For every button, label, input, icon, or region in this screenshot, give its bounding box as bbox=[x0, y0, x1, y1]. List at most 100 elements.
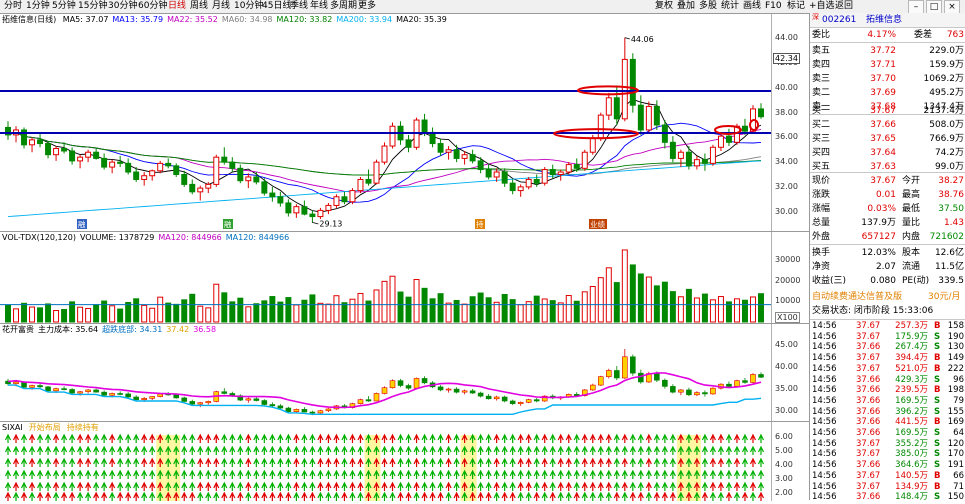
sixai-arrow-75-3 bbox=[605, 469, 612, 479]
sixai-arrow-43-4 bbox=[349, 481, 356, 491]
sixai-arrow-36-3 bbox=[293, 469, 300, 479]
window-max-button[interactable]: □ bbox=[926, 0, 942, 14]
sixai-highlight-84 bbox=[676, 435, 685, 501]
ind1-body-94 bbox=[758, 374, 764, 378]
period-tab-14[interactable]: 更多 bbox=[358, 0, 376, 13]
period-tab-13[interactable]: 多周期 bbox=[330, 0, 357, 13]
toolbar-button-5[interactable]: F10 bbox=[765, 0, 782, 13]
period-tab-7[interactable]: 周线 bbox=[190, 0, 208, 13]
period-tab-9[interactable]: 10分钟 bbox=[234, 0, 263, 13]
toolbar-button-2[interactable]: 多股 bbox=[699, 0, 717, 13]
stat-row-4: 外盘 657127 内盘 721602 bbox=[810, 230, 965, 244]
volume-chart[interactable] bbox=[0, 232, 771, 324]
volume-bar-3 bbox=[29, 306, 36, 323]
sixai-arrow-1-4 bbox=[12, 481, 20, 491]
candle-body-4 bbox=[37, 139, 44, 145]
toolbar-button-4[interactable]: 画线 bbox=[743, 0, 761, 13]
sixai-arrow-64-3 bbox=[517, 469, 524, 479]
indicator-sixai-chart[interactable] bbox=[0, 422, 771, 501]
ind1-body-44 bbox=[357, 399, 364, 404]
sixai-highlight-46 bbox=[372, 435, 381, 501]
candle-body-57 bbox=[461, 154, 468, 159]
sixai-arrow-76-2 bbox=[613, 457, 620, 467]
stock-code: 002261 bbox=[822, 15, 857, 25]
sixai-arrow-62-4 bbox=[501, 481, 508, 491]
bid-row-1: 买二 37.66 508.0万 bbox=[810, 118, 965, 132]
candle-body-5 bbox=[45, 143, 52, 156]
kline-chart[interactable]: 44.06 29.13 融 融 持 业绩 bbox=[0, 14, 771, 232]
stat-value-1b: 38.76 bbox=[938, 190, 964, 200]
candle-body-42 bbox=[341, 196, 348, 203]
sixai-arrow-66-0 bbox=[533, 433, 540, 443]
candle-body-28 bbox=[229, 161, 236, 169]
sixai-arrow-81-3 bbox=[653, 469, 660, 479]
candle-body-86 bbox=[693, 159, 700, 167]
volume-bar-40 bbox=[325, 303, 332, 323]
sixai-arrow-78-2 bbox=[629, 457, 636, 467]
kline-panel[interactable]: 拓维信息(日线) MA5: 37.07 MA13: 35.79 MA22: 35.5… bbox=[0, 13, 809, 232]
sixai-arrow-64-4 bbox=[517, 481, 524, 491]
period-tab-5[interactable]: 60分钟 bbox=[138, 0, 167, 13]
sixai-arrow-22-1 bbox=[181, 445, 188, 455]
period-tab-3[interactable]: 15分钟 bbox=[78, 0, 107, 13]
ind1-body-33 bbox=[269, 404, 276, 407]
period-tab-10[interactable]: 45日线 bbox=[262, 0, 291, 13]
indicator-huakai-chart[interactable] bbox=[0, 324, 771, 422]
volume-bar-79 bbox=[637, 273, 644, 323]
toolbar-button-6[interactable]: 标记 bbox=[787, 0, 805, 13]
sixai-arrow-55-3 bbox=[445, 469, 452, 479]
sixai-arrow-54-0 bbox=[437, 433, 444, 443]
ind1-body-66 bbox=[533, 399, 540, 402]
ind1-body-27 bbox=[221, 391, 228, 394]
period-tab-0[interactable]: 分时 bbox=[4, 0, 22, 13]
stat-value-2b: 37.50 bbox=[938, 204, 964, 214]
sixai-arrow-3-1 bbox=[29, 445, 36, 455]
candle-body-79 bbox=[637, 104, 644, 131]
toolbar-button-8[interactable]: 返回 bbox=[835, 0, 853, 13]
sixai-arrow-64-1 bbox=[517, 445, 524, 455]
ind1-tick-3: 30.00 bbox=[775, 406, 798, 416]
ind1-body-34 bbox=[277, 405, 284, 409]
trade-count-16: 150 bbox=[947, 492, 964, 503]
volume-bar-60 bbox=[485, 297, 492, 323]
period-tab-12[interactable]: 年线 bbox=[310, 0, 328, 13]
sixai-highlight-85 bbox=[684, 435, 693, 501]
window-min-button[interactable]: – bbox=[908, 0, 924, 14]
promo-row[interactable]: 自动续费通达信普及版 30元/月 bbox=[810, 290, 965, 304]
ind1-body-12 bbox=[101, 391, 107, 396]
candle-body-31 bbox=[253, 176, 260, 183]
ask-volume-1: 159.9万 bbox=[929, 60, 964, 70]
bid-volume-0: 2137.4万 bbox=[923, 106, 965, 116]
toolbar-button-0[interactable]: 复权 bbox=[655, 0, 673, 13]
window-close-button[interactable]: × bbox=[944, 0, 960, 14]
period-tab-8[interactable]: 月线 bbox=[212, 0, 230, 13]
volume-bar-41 bbox=[333, 295, 340, 323]
stat2-row-1: 净资 2.07 流通 11.5亿 bbox=[810, 260, 965, 274]
sixai-arrow-17-4 bbox=[141, 481, 148, 491]
volume-panel[interactable]: VOL-TDX(120,120) VOLUME: 1378729 MA120: 84… bbox=[0, 231, 809, 324]
period-tab-11[interactable]: 季线 bbox=[290, 0, 308, 13]
period-tab-1[interactable]: 1分钟 bbox=[26, 0, 50, 13]
period-tab-6[interactable]: 日线 bbox=[168, 0, 186, 13]
toolbar-button-1[interactable]: 叠加 bbox=[677, 0, 695, 13]
volume-bar-88 bbox=[709, 299, 716, 323]
stat-row-1: 涨跌 0.01 最高 38.76 bbox=[810, 188, 965, 202]
candle-body-83 bbox=[669, 141, 676, 159]
sixai-arrow-26-4 bbox=[213, 481, 220, 491]
volume-bar-23 bbox=[189, 293, 196, 323]
sixai-arrow-73-0 bbox=[589, 433, 596, 443]
toolbar-button-3[interactable]: 统计 bbox=[721, 0, 739, 13]
sixai-arrow-77-1 bbox=[621, 445, 628, 455]
period-tab-2[interactable]: 5分钟 bbox=[52, 0, 76, 13]
sixai-arrow-78-1 bbox=[629, 445, 636, 455]
volume-bar-53 bbox=[429, 298, 436, 323]
sixai-arrow-70-2 bbox=[565, 457, 572, 467]
sixai-arrow-65-0 bbox=[525, 433, 532, 443]
volume-bar-1 bbox=[13, 308, 19, 323]
sixai-arrow-49-4 bbox=[397, 481, 404, 491]
period-tab-4[interactable]: 30分钟 bbox=[108, 0, 137, 13]
volume-bar-4 bbox=[37, 307, 44, 323]
indicator-sixai-panel[interactable]: SIXAI 开始布局 持续持有 6.00 5.00 4.00 3.00 2.00 bbox=[0, 421, 809, 501]
volume-bar-93 bbox=[750, 296, 756, 323]
indicator-huakai-panel[interactable]: 花开富贵 主力成本: 35.64 超跌底部: 34.31 37.42 36.58 45.… bbox=[0, 323, 809, 422]
